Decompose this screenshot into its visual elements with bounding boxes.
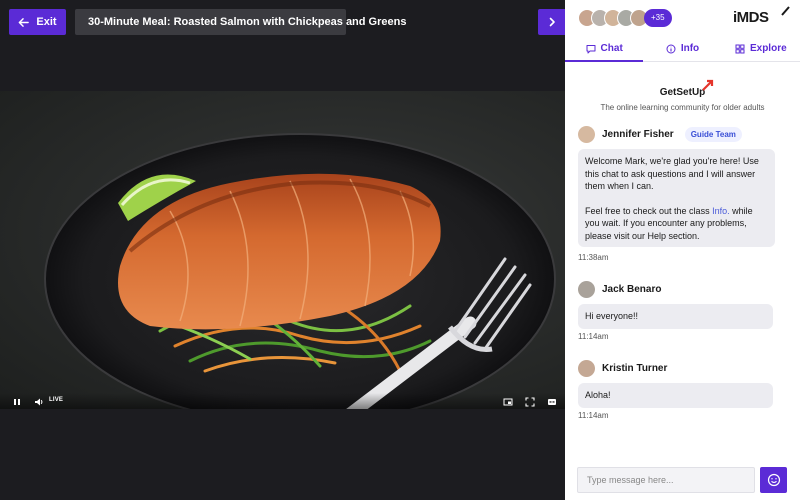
video-area: Exit 30-Minute Meal: Roasted Salmon with… — [0, 0, 565, 500]
message-header: Jack Benaro — [578, 281, 661, 298]
volume-icon — [34, 398, 42, 405]
exit-button[interactable]: Exit — [9, 9, 66, 35]
role-badge: Guide Team — [684, 127, 742, 142]
pause-icon — [13, 398, 20, 405]
fullscreen-button[interactable] — [524, 396, 535, 407]
class-title: 30-Minute Meal: Roasted Salmon with Chic… — [75, 9, 406, 35]
captions-button[interactable] — [546, 396, 557, 407]
picture-in-picture-button[interactable] — [502, 396, 513, 407]
tab-chat[interactable]: Chat — [565, 36, 644, 62]
message-text-part: Feel free to check out the class — [585, 205, 713, 216]
message-timestamp: 11:38am — [578, 253, 609, 262]
brand-logo: GetSetUp — [565, 79, 800, 100]
salmon-dish-image — [44, 133, 556, 409]
avatar — [578, 360, 595, 377]
message-bubble: Hi everyone!! — [578, 304, 773, 329]
pause-button[interactable] — [11, 396, 22, 407]
player-controls: LIVE — [0, 393, 565, 409]
message-author: Jack Benaro — [602, 284, 662, 295]
video-player[interactable]: LIVE — [0, 91, 565, 409]
message-text: Feel free to check out the class Info. w… — [585, 205, 768, 243]
live-indicator: LIVE — [49, 397, 64, 403]
message-input[interactable] — [577, 467, 755, 493]
participant-count-badge: +35 — [644, 8, 672, 27]
message-timestamp: 11:14am — [578, 411, 609, 420]
smiley-icon — [767, 473, 780, 487]
brand-name-text: GetSetUp — [659, 87, 706, 98]
message-text: Hi everyone!! — [585, 311, 639, 321]
message-text: Aloha! — [585, 390, 611, 400]
message-text: Welcome Mark, we're glad you're here! Us… — [585, 156, 759, 191]
captions-icon — [547, 398, 556, 405]
brand-tagline: The online learning community for older … — [600, 103, 765, 112]
tab-info[interactable]: Info — [643, 36, 721, 61]
tab-info-label: Info — [680, 43, 700, 54]
grid-icon — [735, 44, 745, 53]
getsetup-logo: GetSetUp — [659, 79, 714, 98]
avatar — [578, 281, 595, 298]
tab-explore-label: Explore — [749, 43, 787, 54]
imds-logo: iMDS — [733, 6, 790, 26]
fullscreen-icon — [524, 396, 535, 407]
panel-tabs: Chat Info Explore — [565, 36, 800, 62]
chevron-right-icon — [549, 17, 555, 27]
message-author: Kristin Turner — [602, 363, 668, 374]
imds-logo-text: iMDS — [733, 9, 769, 26]
emoji-button[interactable] — [760, 467, 787, 493]
message-author: Jennifer Fisher — [602, 129, 674, 140]
message-bubble: Aloha! — [578, 383, 773, 408]
message-timestamp: 11:14am — [578, 332, 609, 341]
volume-button[interactable] — [33, 396, 44, 407]
pip-icon — [503, 398, 512, 405]
toggle-panel-button[interactable] — [538, 9, 565, 35]
side-panel — [565, 0, 800, 500]
info-link[interactable]: Info. — [712, 206, 730, 216]
class-title-text: 30-Minute Meal: Roasted Salmon with Chic… — [88, 16, 407, 28]
message-header: Jennifer Fisher Guide Team — [578, 126, 742, 143]
chat-icon — [586, 44, 596, 53]
exit-label: Exit — [36, 16, 57, 28]
logo-mark-icon — [781, 6, 790, 16]
arrow-left-icon — [19, 17, 30, 27]
avatar — [578, 126, 595, 143]
message-header: Kristin Turner — [578, 360, 667, 377]
participant-avatars[interactable]: +35 — [578, 8, 672, 27]
tab-chat-label: Chat — [600, 43, 623, 54]
message-bubble: Welcome Mark, we're glad you're here! Us… — [578, 149, 775, 247]
tab-explore[interactable]: Explore — [722, 36, 800, 61]
brand-arrow-icon — [702, 79, 714, 91]
info-icon — [666, 44, 676, 53]
